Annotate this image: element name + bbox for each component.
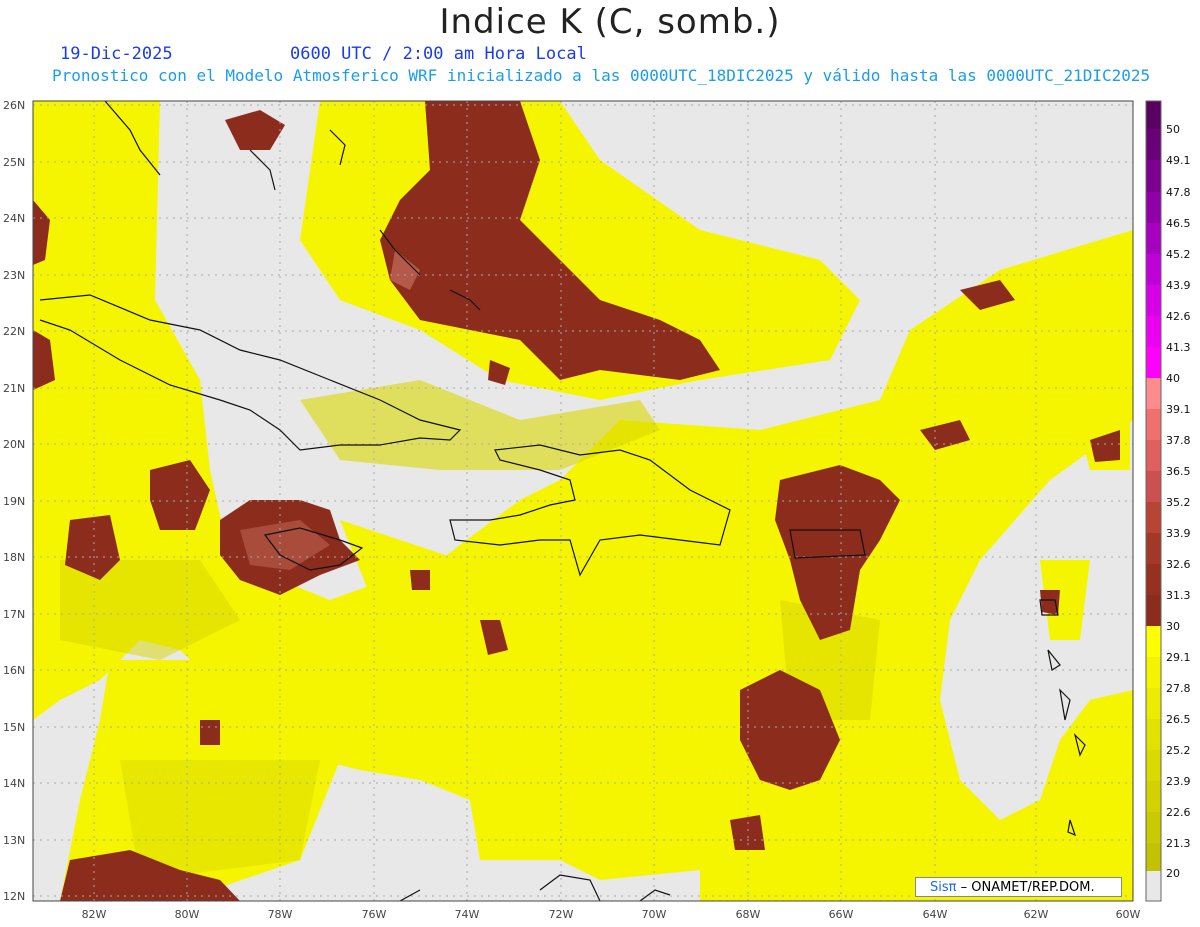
lat-label: 19N: [3, 495, 25, 508]
lat-label: 12N: [3, 890, 25, 903]
colorbar-label: 43.9: [1166, 279, 1191, 292]
lat-label: 22N: [3, 325, 25, 338]
lon-label: 82W: [82, 908, 107, 921]
lon-label: 64W: [923, 908, 948, 921]
lon-label: 74W: [455, 908, 480, 921]
lon-label: 68W: [736, 908, 761, 921]
colorbar-label: 27.8: [1166, 682, 1191, 695]
map-figure: 26N 25N 24N 23N 22N 21N 20N 19N 18N 17N …: [3, 99, 1191, 921]
credit-box: Sisπ – ONAMET/REP.DOM.: [915, 877, 1122, 897]
credit-brand: Sisπ: [930, 880, 957, 895]
credit-text: – ONAMET/REP.DOM.: [956, 880, 1095, 895]
colorbar-label: 21.3: [1166, 837, 1191, 850]
lon-label: 62W: [1024, 908, 1049, 921]
lat-label: 18N: [3, 551, 25, 564]
colorbar-label: 37.8: [1166, 434, 1191, 447]
colorbar-labels: 50 49.1 47.8 46.5 45.2 43.9 42.6 41.3 40…: [1166, 123, 1191, 880]
colorbar-label: 32.6: [1166, 558, 1191, 571]
colorbar-label: 35.2: [1166, 496, 1191, 509]
colorbar-label: 26.5: [1166, 713, 1191, 726]
colorbar: [1145, 100, 1162, 902]
colorbar-label: 36.5: [1166, 465, 1191, 478]
lon-label: 66W: [829, 908, 854, 921]
lat-label: 20N: [3, 438, 25, 451]
lat-label: 17N: [3, 608, 25, 621]
lat-label: 23N: [3, 269, 25, 282]
lon-label: 60W: [1116, 908, 1141, 921]
colorbar-label: 41.3: [1166, 341, 1191, 354]
colorbar-label: 33.9: [1166, 527, 1191, 540]
colorbar-label: 29.1: [1166, 651, 1191, 664]
colorbar-label: 31.3: [1166, 589, 1191, 602]
lat-label: 14N: [3, 777, 25, 790]
colorbar-label: 45.2: [1166, 248, 1191, 261]
colorbar-label: 30: [1166, 620, 1180, 633]
lon-label: 80W: [175, 908, 200, 921]
colorbar-label: 23.9: [1166, 775, 1191, 788]
longitude-labels: 82W 80W 78W 76W 74W 72W 70W 68W 66W 64W …: [82, 908, 1141, 921]
colorbar-label: 22.6: [1166, 806, 1191, 819]
lon-label: 72W: [549, 908, 574, 921]
lat-label: 15N: [3, 721, 25, 734]
lat-label: 26N: [3, 99, 25, 112]
lon-label: 76W: [362, 908, 387, 921]
colorbar-label: 50: [1166, 123, 1180, 136]
lat-label: 24N: [3, 212, 25, 225]
lat-label: 21N: [3, 382, 25, 395]
colorbar-label: 49.1: [1166, 154, 1191, 167]
lat-label: 16N: [3, 664, 25, 677]
colorbar-label: 39.1: [1166, 403, 1191, 416]
colorbar-label: 42.6: [1166, 310, 1191, 323]
latitude-labels: 26N 25N 24N 23N 22N 21N 20N 19N 18N 17N …: [3, 99, 25, 903]
colorbar-label: 47.8: [1166, 186, 1191, 199]
colorbar-label: 46.5: [1166, 217, 1191, 230]
colorbar-label: 40: [1166, 372, 1180, 385]
colorbar-label: 25.2: [1166, 744, 1191, 757]
lon-label: 70W: [642, 908, 667, 921]
colorbar-label: 20: [1166, 867, 1180, 880]
lat-label: 13N: [3, 834, 25, 847]
lon-label: 78W: [268, 908, 293, 921]
lat-label: 25N: [3, 156, 25, 169]
